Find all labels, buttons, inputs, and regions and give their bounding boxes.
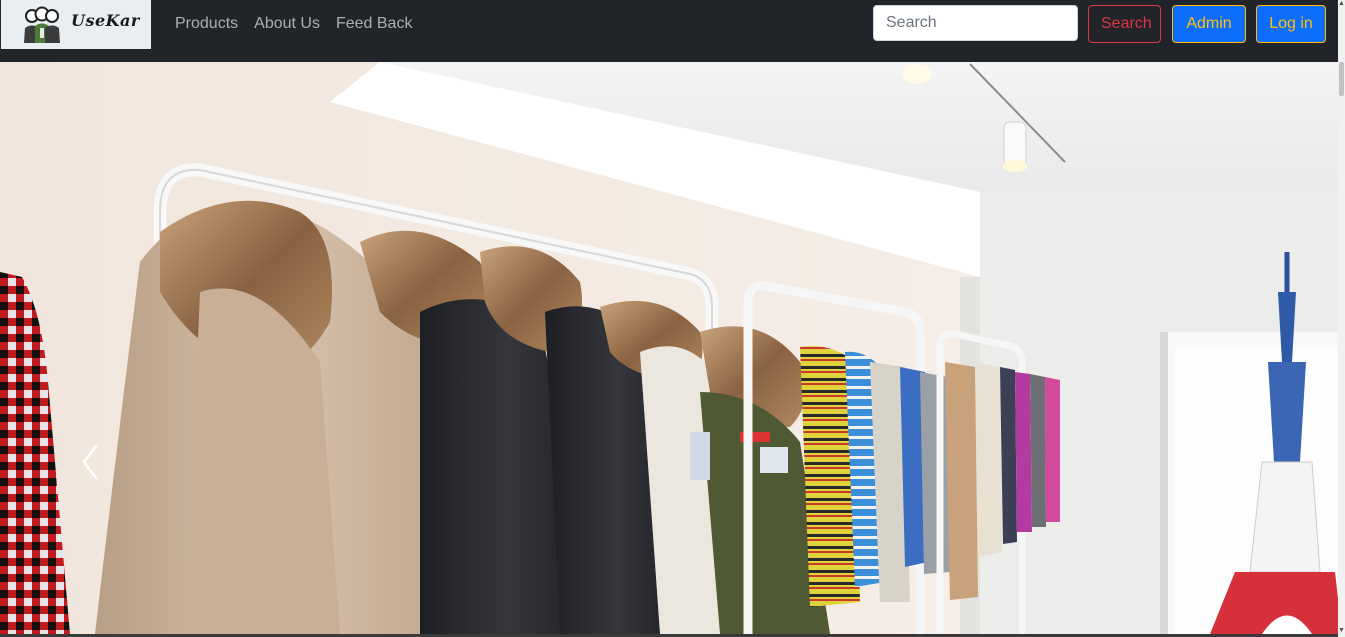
nav-item-products[interactable]: Products xyxy=(175,14,238,34)
carousel-slide-image xyxy=(0,62,1338,634)
brand-link[interactable]: UseKar xyxy=(1,0,151,49)
scroll-down-icon[interactable]: ▼ xyxy=(1338,627,1345,635)
people-logo-icon xyxy=(24,6,60,43)
search-input[interactable] xyxy=(873,5,1078,41)
brand-name: UseKar xyxy=(71,11,140,30)
scrollbar-thumb[interactable] xyxy=(1339,62,1344,96)
search-button[interactable]: Search xyxy=(1088,5,1161,43)
admin-button[interactable]: Admin xyxy=(1172,5,1246,43)
login-button[interactable]: Log in xyxy=(1256,5,1326,43)
nav-item-about-us[interactable]: About Us xyxy=(254,14,320,34)
top-navbar: UseKar Products About Us Feed Back Searc… xyxy=(0,0,1338,62)
nav-item-feed-back[interactable]: Feed Back xyxy=(336,14,412,34)
hero-carousel xyxy=(0,62,1338,634)
page-scrollbar[interactable]: ▲ ▼ xyxy=(1338,0,1345,637)
scroll-up-icon[interactable]: ▲ xyxy=(1338,0,1345,8)
carousel-prev-button[interactable] xyxy=(78,442,102,482)
nav-links: Products About Us Feed Back xyxy=(175,14,428,34)
chevron-left-icon xyxy=(82,444,98,480)
